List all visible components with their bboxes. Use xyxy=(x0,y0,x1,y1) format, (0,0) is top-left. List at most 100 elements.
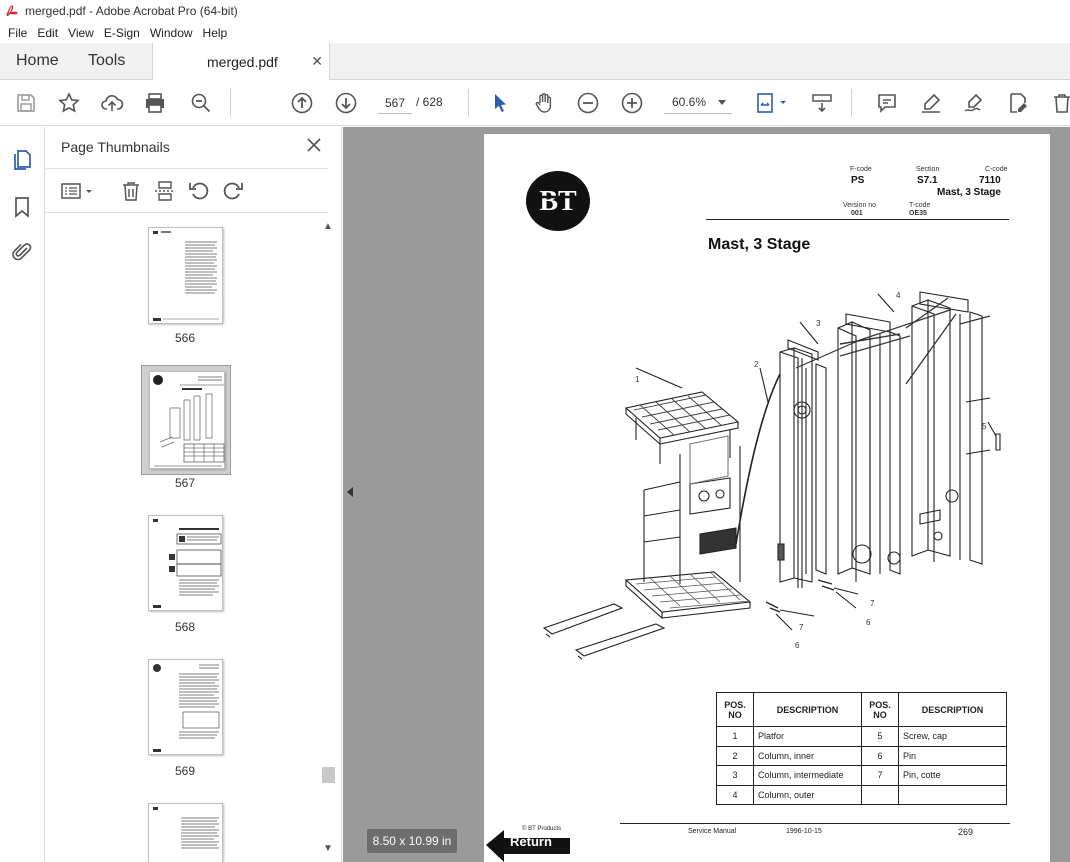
table-cell: Platfor xyxy=(753,726,862,747)
acrobat-app-icon xyxy=(5,4,19,18)
save-icon[interactable] xyxy=(14,91,38,115)
table-cell: 1 xyxy=(716,726,754,747)
tab-bar: Home Tools merged.pdf ✕ xyxy=(0,43,1070,80)
tcode-label: T-code xyxy=(909,202,931,209)
menu-window[interactable]: Window xyxy=(146,26,197,40)
section-label: Section xyxy=(916,166,940,173)
table-cell: Screw, cap xyxy=(898,726,1007,747)
table-cell: 5 xyxy=(861,726,899,747)
comment-icon[interactable] xyxy=(875,91,899,115)
callout-7-upper: 7 xyxy=(870,599,875,608)
page-heading: Mast, 3 Stage xyxy=(708,236,811,253)
bt-logo: BT xyxy=(526,171,590,231)
extract-page-icon[interactable] xyxy=(153,179,177,203)
table-cell: Column, inner xyxy=(753,745,862,766)
rotate-clockwise-icon[interactable] xyxy=(221,179,245,203)
menu-help[interactable]: Help xyxy=(199,26,232,40)
scrollbar-thumb[interactable] xyxy=(322,767,335,783)
fill-sign-icon[interactable] xyxy=(962,91,986,115)
table-cell: 7 xyxy=(861,765,899,786)
fcode-value: PS xyxy=(851,175,865,186)
table-cell: 6 xyxy=(861,745,899,766)
footer-page-number: 269 xyxy=(958,827,974,837)
rotate-counterclockwise-icon[interactable] xyxy=(187,179,211,203)
table-row: 4 Column, outer xyxy=(716,784,1007,805)
toolbar-divider xyxy=(468,89,469,117)
menu-esign[interactable]: E-Sign xyxy=(100,26,144,40)
fcode-label: F-code xyxy=(850,166,872,173)
select-cursor-icon[interactable] xyxy=(488,91,512,115)
page-thumbnail-570[interactable] xyxy=(148,803,223,862)
collapse-panel-arrow-icon[interactable] xyxy=(347,487,353,497)
callout-2: 2 xyxy=(754,360,759,369)
table-cell xyxy=(861,784,899,805)
tab-document[interactable]: merged.pdf ✕ xyxy=(152,43,330,80)
return-label: Return xyxy=(510,834,552,849)
zoom-in-icon[interactable] xyxy=(620,91,644,115)
thumbnail-tools xyxy=(45,168,328,213)
window-title: merged.pdf - Adobe Acrobat Pro (64-bit) xyxy=(25,4,238,18)
document-viewport[interactable]: BT F-code PS Section S7.1 C-code 7110 Ma… xyxy=(343,127,1070,862)
pdf-page: BT F-code PS Section S7.1 C-code 7110 Ma… xyxy=(484,134,1050,862)
table-cell: 2 xyxy=(716,745,754,766)
delete-page-icon[interactable] xyxy=(119,179,143,203)
footer-date: 1996-10-15 xyxy=(786,828,822,835)
options-menu-icon[interactable] xyxy=(60,179,96,203)
tab-home[interactable]: Home xyxy=(16,43,59,79)
page-fit-icon[interactable] xyxy=(755,91,791,115)
next-page-icon[interactable] xyxy=(334,91,358,115)
page-thumbnail-567[interactable] xyxy=(149,371,225,469)
hand-tool-icon[interactable] xyxy=(532,91,556,115)
total-pages: / 628 xyxy=(416,95,443,109)
ccode-value: 7110 xyxy=(979,175,1001,186)
close-icon[interactable] xyxy=(305,136,323,154)
close-tab-icon[interactable]: ✕ xyxy=(311,53,323,70)
attachments-paperclip-icon[interactable] xyxy=(10,240,34,264)
thumbnail-scrollbar[interactable]: ▲ ▼ xyxy=(321,221,335,857)
table-header-description: DESCRIPTION xyxy=(898,692,1007,727)
menu-edit[interactable]: Edit xyxy=(33,26,62,40)
table-cell: Column, intermediate xyxy=(753,765,862,786)
print-icon[interactable] xyxy=(143,91,167,115)
bt-logo-text: BT xyxy=(539,186,577,217)
zoom-out-icon[interactable] xyxy=(576,91,600,115)
scroll-down-icon[interactable]: ▼ xyxy=(323,843,333,854)
thumbnail-label-569: 569 xyxy=(174,764,196,778)
delete-icon[interactable] xyxy=(1050,91,1070,115)
callout-7-lower: 7 xyxy=(799,623,804,632)
section-value: S7.1 xyxy=(917,175,938,186)
page-thumbnail-566[interactable] xyxy=(148,227,223,324)
table-header-description: DESCRIPTION xyxy=(753,692,862,727)
menu-view[interactable]: View xyxy=(64,26,98,40)
bookmark-star-icon[interactable] xyxy=(57,91,81,115)
menu-file[interactable]: File xyxy=(4,26,31,40)
tab-tools[interactable]: Tools xyxy=(88,43,125,79)
header-subtitle: Mast, 3 Stage xyxy=(937,187,1001,198)
page-thumbnails-icon[interactable] xyxy=(10,148,34,172)
return-link-button[interactable]: © BT Products Return xyxy=(484,826,574,862)
table-row: 1 Platfor 5 Screw, cap xyxy=(716,726,1007,747)
callout-5: 5 xyxy=(982,422,987,431)
edit-pdf-icon[interactable] xyxy=(1006,91,1030,115)
scroll-mode-icon[interactable] xyxy=(810,91,834,115)
table-header-row: POS. NO DESCRIPTION POS. NO DESCRIPTION xyxy=(716,692,1007,727)
zoom-search-icon[interactable] xyxy=(189,91,213,115)
toolbar: / 628 60.6% xyxy=(0,80,1070,126)
page-thumbnail-569[interactable] xyxy=(148,659,223,755)
page-number-input[interactable] xyxy=(378,92,412,114)
footer-manual: Service Manual xyxy=(688,828,737,835)
callout-6-upper: 6 xyxy=(866,618,871,627)
previous-page-icon[interactable] xyxy=(290,91,314,115)
page-thumbnail-568[interactable] xyxy=(148,515,223,611)
scroll-up-icon[interactable]: ▲ xyxy=(323,221,333,232)
upload-cloud-icon[interactable] xyxy=(100,91,124,115)
table-cell: Pin, cotte xyxy=(898,765,1007,786)
zoom-level-select[interactable]: 60.6% xyxy=(664,92,732,114)
thumbnail-label-568: 568 xyxy=(174,620,196,634)
table-cell: Pin xyxy=(898,745,1007,766)
callout-1: 1 xyxy=(635,375,640,384)
bookmarks-icon[interactable] xyxy=(10,195,34,219)
highlight-pen-icon[interactable] xyxy=(919,91,943,115)
left-navigation-rail xyxy=(0,127,45,862)
table-cell: 3 xyxy=(716,765,754,786)
